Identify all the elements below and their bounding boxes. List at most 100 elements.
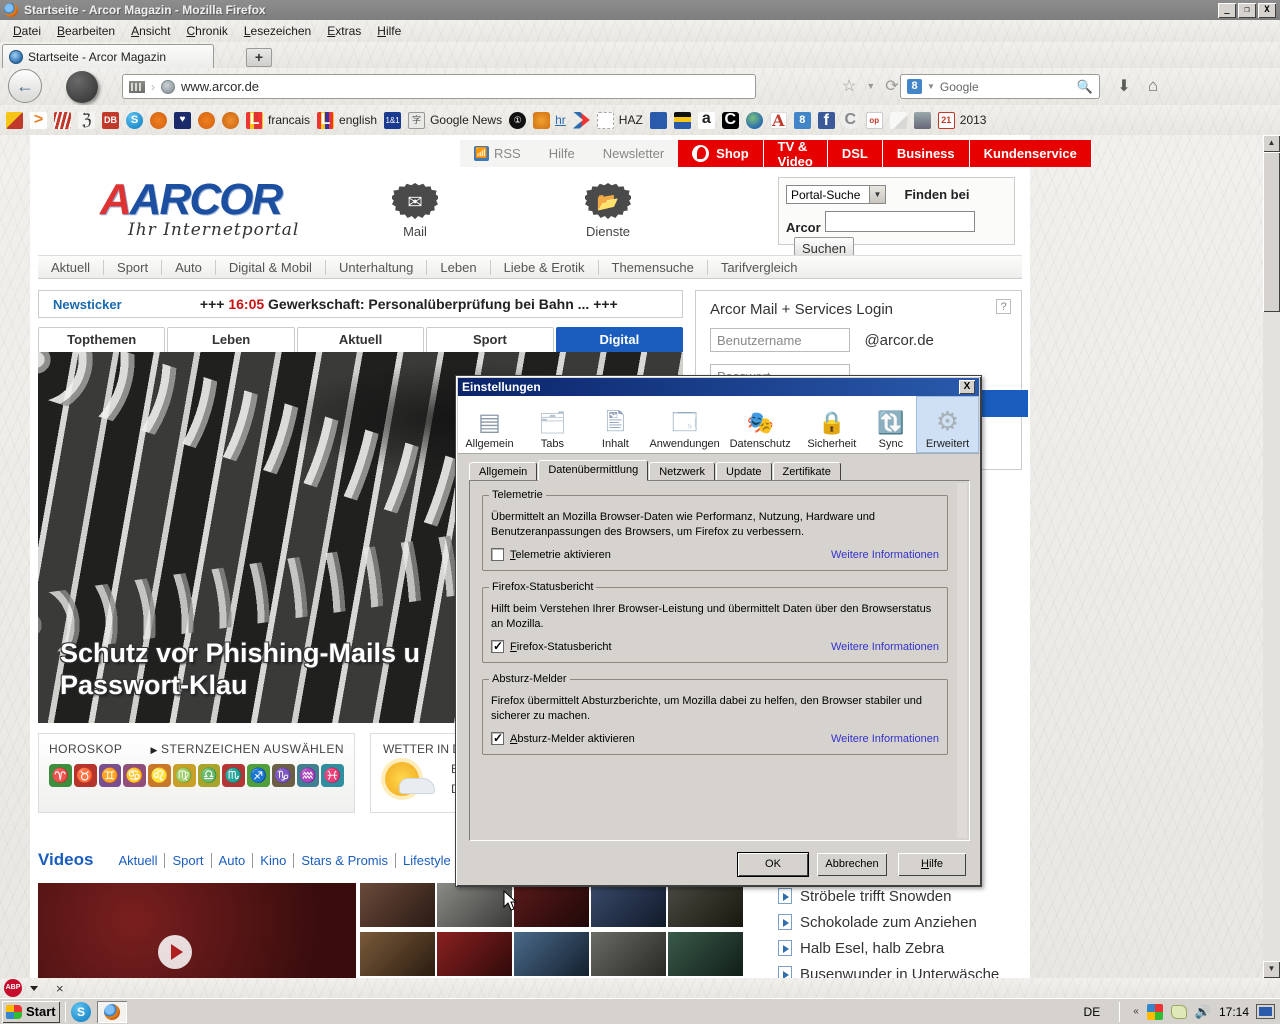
bookmark-favicon-shop[interactable] [674,112,691,129]
nav-sport[interactable]: Sport [104,260,162,275]
video-thumbnail[interactable] [360,932,435,976]
bookmark-favicon-amazon[interactable]: a [698,112,715,129]
checkbox-label[interactable]: Telemetrie aktivieren [510,549,611,561]
video-thumbnail[interactable] [514,932,589,976]
hilfe-button[interactable]: Hilfe [898,853,966,876]
dtab-netzwerk[interactable]: Netzwerk [649,462,715,481]
video-thumbnail[interactable] [668,883,743,927]
bookmark-favicon[interactable]: 1&1 [384,112,401,129]
bookmark-star-icon[interactable]: ☆ [842,76,856,96]
tab-digital[interactable]: Digital [556,327,683,352]
volume-icon[interactable]: 🔊 [1195,1004,1211,1020]
sternzeichen-link[interactable]: STERNZEICHEN AUSWÄHLEN [151,742,344,756]
bookmark-favicon[interactable] [650,112,667,129]
help-icon[interactable]: ? [996,299,1011,314]
weitere-informationen-link[interactable]: Weitere Informationen [831,549,939,561]
bookmark-label-2013[interactable]: 2013 [960,113,987,127]
category-tabs[interactable]: Tabs [521,396,584,453]
checkbox-label[interactable]: Absturz-Melder aktivieren [510,733,635,745]
dsl-button[interactable]: DSL [828,140,883,167]
bookmark-favicon[interactable] [198,112,215,129]
videos-link-sport[interactable]: Sport [165,853,211,868]
zodiac-capricorn-icon[interactable] [272,764,295,787]
bookmark-favicon[interactable] [573,112,590,129]
dienste-service[interactable]: 📂 Dienste [578,183,638,239]
stop-button[interactable] [66,71,98,103]
nav-aktuell[interactable]: Aktuell [38,260,104,275]
tray-collapse-icon[interactable]: « [1133,1006,1139,1017]
bookmark-favicon[interactable] [222,112,239,129]
nav-unterhaltung[interactable]: Unterhaltung [326,260,427,275]
arcor-logo[interactable]: AARCOR Ihr Internetportal [100,180,299,240]
zodiac-leo-icon[interactable] [148,764,171,787]
bookmark-favicon[interactable]: ℨ [78,112,95,129]
menu-chronik[interactable]: Chronik [179,21,234,41]
bookmark-label-english[interactable]: english [339,113,377,127]
username-input[interactable]: Benutzername [710,328,850,352]
bookmark-favicon[interactable] [54,112,71,129]
video-thumbnail[interactable] [591,932,666,976]
dtab-datenuebermittlung[interactable]: Datenübermittlung [538,460,648,481]
menu-extras[interactable]: Extras [320,21,368,41]
site-identity-icon[interactable] [129,81,145,93]
zodiac-gemini-icon[interactable] [99,764,122,787]
category-sicherheit[interactable]: Sicherheit [798,396,866,453]
bookmark-favicon[interactable]: C [722,112,739,129]
video-thumbnail[interactable] [437,883,512,927]
zodiac-aquarius-icon[interactable] [297,764,320,787]
tab-aktuell[interactable]: Aktuell [297,327,424,352]
abp-dropdown-icon[interactable] [30,986,38,991]
tray-app-icon[interactable] [1171,1005,1187,1019]
zodiac-aries-icon[interactable] [49,764,72,787]
mail-service[interactable]: ✉ Mail [385,183,445,239]
statusbericht-checkbox[interactable] [491,640,504,653]
nav-liebe-erotik[interactable]: Liebe & Erotik [491,260,599,275]
bookmark-label-francais[interactable]: francais [268,113,310,127]
menu-bearbeiten[interactable]: Bearbeiten [50,21,122,41]
firefox-task-button[interactable] [97,1001,127,1023]
adblock-plus-icon[interactable]: ABP [4,979,22,997]
search-box[interactable]: 8 ▼ Google 🔍 [900,74,1100,99]
bookmark-label-hr[interactable]: hr [555,113,566,127]
zodiac-virgo-icon[interactable] [173,764,196,787]
category-sync[interactable]: Sync [866,396,916,453]
engine-dropdown-icon[interactable]: ▼ [927,82,935,91]
bookmark-favicon[interactable]: op [866,112,883,129]
close-button[interactable]: X [1258,3,1276,18]
video-thumbnail[interactable] [668,932,743,976]
nav-leben[interactable]: Leben [427,260,490,275]
video-thumbnail[interactable] [591,883,666,927]
bookmark-favicon-globe[interactable] [746,112,763,129]
bookmark-favicon[interactable]: ♥ [174,112,191,129]
category-allgemein[interactable]: Allgemein [458,396,521,453]
news-item[interactable]: Schokolade zum Anziehen [778,909,1028,935]
news-item[interactable]: Halb Esel, halb Zebra [778,935,1028,961]
minimize-button[interactable]: _ [1218,3,1236,18]
bookmark-favicon[interactable] [890,112,907,129]
dtab-allgemein[interactable]: Allgemein [469,462,537,481]
restore-button[interactable]: ❐ [1238,3,1256,18]
newsticker[interactable]: Newsticker +++ 16:05 Gewerkschaft: Perso… [38,290,683,318]
bookmark-favicon-empty[interactable] [597,112,614,129]
shop-button[interactable]: Shop [678,140,764,167]
bookmarks-dropdown-icon[interactable]: ▼ [866,81,875,91]
video-thumbnail[interactable] [514,883,589,927]
bookmark-label-google-news[interactable]: Google News [430,113,502,127]
skype-quicklaunch-icon[interactable]: S [71,1002,91,1022]
bookmark-favicon[interactable]: C [842,112,859,129]
menu-datei[interactable]: Datei [6,21,48,41]
videos-link-auto[interactable]: Auto [212,853,254,868]
tv-video-button[interactable]: TV & Video [764,140,828,167]
tray-app-icon[interactable] [1147,1004,1163,1020]
zodiac-scorpio-icon[interactable] [222,764,245,787]
home-icon[interactable]: ⌂ [1142,76,1164,98]
start-button[interactable]: Start [2,1001,60,1023]
menu-lesezeichen[interactable]: Lesezeichen [237,21,318,41]
bookmark-favicon[interactable] [150,112,167,129]
bookmark-favicon[interactable]: > [30,112,47,129]
absturz-melder-checkbox[interactable] [491,732,504,745]
search-icon[interactable]: 🔍 [1077,79,1093,95]
business-button[interactable]: Business [883,140,970,167]
bookmark-favicon[interactable]: DB [102,112,119,129]
hilfe-link[interactable]: Hilfe [535,140,589,167]
